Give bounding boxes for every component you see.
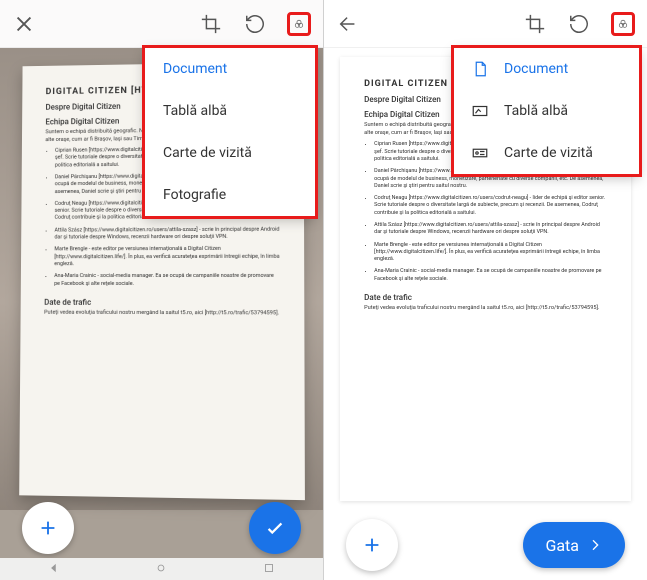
list-item: Marte Brengle - este editor pe versiunea…: [55, 246, 281, 268]
menu-item-document[interactable]: Document: [145, 48, 315, 90]
bottom-bar: [0, 498, 323, 558]
toolbar: [0, 0, 323, 48]
menu-item-document[interactable]: Document: [454, 48, 639, 90]
rotate-icon[interactable]: [567, 12, 591, 36]
menu-item-businesscard[interactable]: Carte de vizită: [145, 132, 315, 174]
left-screenshot: DIGITAL CITIZEN [HTTPS Despre Digital Ci…: [0, 0, 323, 580]
document-icon: [470, 59, 490, 79]
menu-item-label: Document: [504, 61, 568, 77]
menu-item-whiteboard[interactable]: Tablă albă: [454, 90, 639, 132]
list-item: Marte Brengle - este editor pe versiunea…: [374, 242, 607, 264]
filters-icon[interactable]: [611, 12, 635, 36]
menu-item-businesscard[interactable]: Carte de vizită: [454, 132, 639, 174]
menu-item-label: Carte de vizită: [163, 145, 252, 161]
list-item: Ana-Maria Crainic - social-media manager…: [374, 268, 607, 283]
bottom-bar: Gata: [324, 510, 647, 580]
nav-home-icon[interactable]: [154, 560, 168, 579]
add-page-button[interactable]: [22, 502, 74, 554]
doc-paragraph: Puteţi vedea evoluţia traficului nostru …: [364, 305, 607, 313]
list-item: Attila Szász [https://www.digitalcitizen…: [374, 222, 607, 237]
filter-menu: Document Tablă albă Carte de vizită Foto…: [145, 48, 315, 216]
right-screenshot: DIGITAL CITIZEN [HTTPS Despre Digital Ci…: [324, 0, 647, 580]
android-navbar: [0, 558, 323, 580]
back-arrow-icon[interactable]: [336, 12, 360, 36]
toolbar: [324, 0, 647, 48]
filters-icon[interactable]: [287, 12, 311, 36]
nav-back-icon[interactable]: [47, 560, 61, 579]
menu-item-photo[interactable]: Fotografie: [145, 174, 315, 216]
menu-item-whiteboard[interactable]: Tablă albă: [145, 90, 315, 132]
doc-h2: Date de trafic: [364, 293, 607, 302]
crop-icon[interactable]: [523, 12, 547, 36]
list-item: Codruţ Neagu [https://www.digitalcitizen…: [374, 195, 607, 217]
filter-menu: Document Tablă albă Carte de vizită: [454, 48, 639, 174]
add-page-button[interactable]: [346, 519, 398, 571]
nav-recents-icon[interactable]: [262, 560, 276, 579]
menu-item-label: Tablă albă: [163, 103, 227, 119]
menu-item-label: Fotografie: [163, 187, 226, 203]
list-item: Attila Szász [https://www.digitalcitizen…: [55, 226, 281, 241]
menu-item-label: Document: [163, 61, 227, 77]
close-icon[interactable]: [12, 12, 36, 36]
rotate-icon[interactable]: [243, 12, 267, 36]
card-icon: [470, 143, 490, 163]
menu-item-label: Tablă albă: [504, 103, 568, 119]
list-item: Ana-Maria Crainic - social-media manager…: [54, 273, 280, 288]
whiteboard-icon: [470, 101, 490, 121]
done-button[interactable]: Gata: [523, 522, 625, 568]
menu-item-label: Carte de vizită: [504, 145, 593, 161]
crop-icon[interactable]: [199, 12, 223, 36]
doc-h2: Date de trafic: [45, 298, 281, 307]
confirm-button[interactable]: [249, 502, 301, 554]
done-button-label: Gata: [545, 536, 579, 555]
doc-paragraph: Puteţi vedea evoluţia traficului nostru …: [44, 309, 280, 317]
